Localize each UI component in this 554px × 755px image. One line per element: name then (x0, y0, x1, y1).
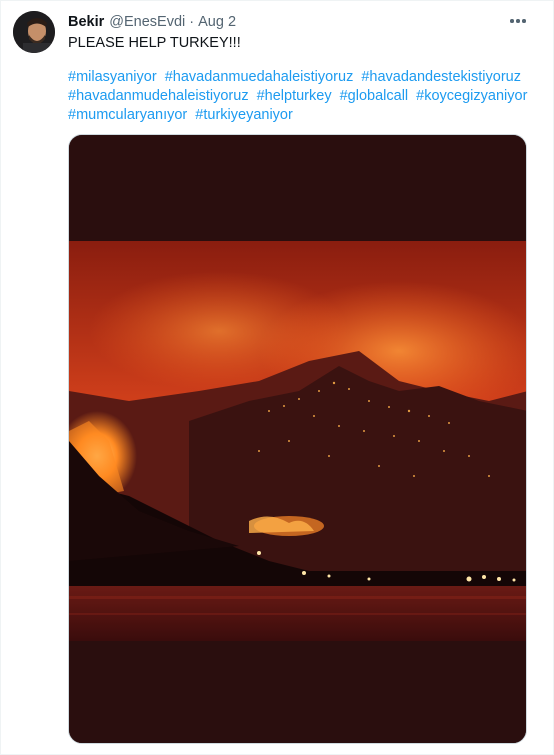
tweet-header: Bekir @EnesEvdi · Aug 2 (68, 12, 236, 32)
avatar-image (13, 11, 55, 53)
more-options-icon[interactable] (503, 9, 533, 33)
display-name[interactable]: Bekir (68, 14, 104, 30)
hashtag-link[interactable]: #havadandestekistiyoruz (361, 69, 521, 85)
hashtag-link[interactable]: #koycegizyaniyor (416, 88, 527, 104)
tweet-text: PLEASE HELP TURKEY!!! (68, 35, 241, 51)
separator-dot: · (189, 14, 195, 30)
hashtag-link[interactable]: #helpturkey (257, 88, 332, 104)
hashtag-link[interactable]: #havadanmuedahaleistiyoruz (165, 69, 354, 85)
tweet-media-photo[interactable] (68, 134, 527, 744)
avatar[interactable] (13, 11, 55, 53)
tweet-card[interactable]: Bekir @EnesEvdi · Aug 2 PLEASE HELP TURK… (0, 0, 554, 755)
forest-fire-photo (69, 135, 526, 743)
hashtag-link[interactable]: #turkiyeyaniyor (195, 107, 293, 123)
hashtag-link[interactable]: #milasyaniyor (68, 69, 157, 85)
hashtag-link[interactable]: #mumcularyanıyor (68, 107, 187, 123)
user-handle[interactable]: @EnesEvdi (109, 14, 185, 30)
hashtag-link[interactable]: #globalcall (340, 88, 409, 104)
tweet-date[interactable]: Aug 2 (198, 14, 236, 30)
hashtag-list: #milasyaniyor #havadanmuedahaleistiyoruz… (68, 68, 538, 125)
hashtag-link[interactable]: #havadanmudehaleistiyoruz (68, 88, 249, 104)
